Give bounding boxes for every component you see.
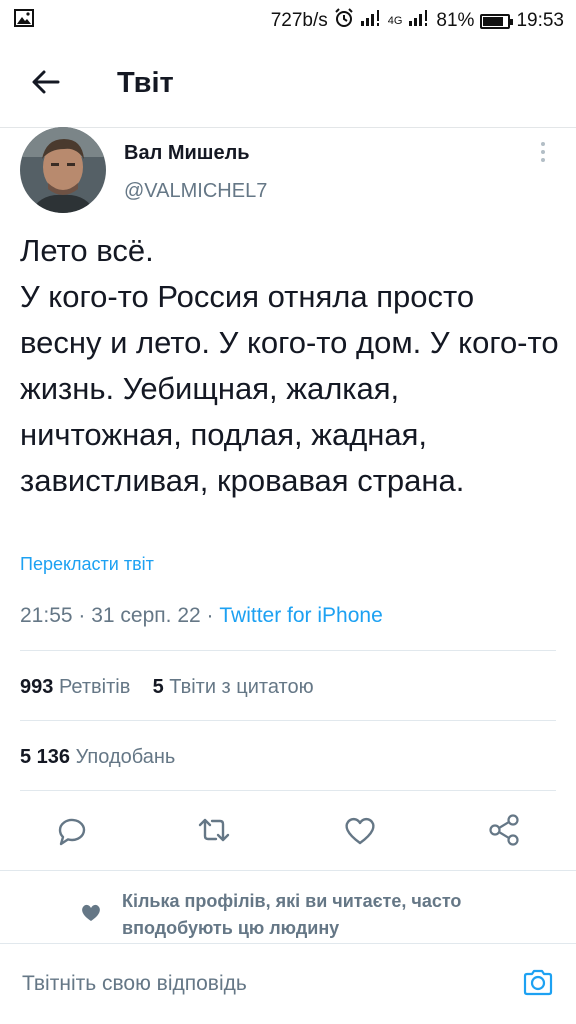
gallery-notification-icon — [14, 9, 34, 33]
author-name[interactable]: Вал Мишель — [124, 142, 250, 165]
battery-percent: 81% — [436, 10, 475, 31]
divider — [20, 720, 556, 721]
meta-separator: · — [78, 604, 92, 627]
meta-separator: · — [206, 604, 220, 627]
like-icon[interactable] — [340, 810, 380, 850]
retweets-label: Ретвітів — [58, 676, 131, 698]
author-handle[interactable]: @VALMICHEL7 — [124, 180, 267, 203]
battery-fill — [483, 16, 503, 26]
page-title: Твіт — [117, 67, 174, 99]
divider — [20, 650, 556, 651]
heart-icon — [80, 901, 102, 923]
more-options-icon[interactable] — [536, 142, 550, 168]
retweet-icon[interactable] — [194, 810, 234, 850]
retweets-stat[interactable]: 993 Ретвітів — [20, 676, 130, 698]
translate-tweet-link[interactable]: Перекласти твіт — [20, 554, 154, 575]
network-speed: 727b/s — [270, 10, 328, 31]
quotes-count: 5 — [152, 676, 164, 698]
signal-icon — [360, 10, 382, 32]
signal-4g-icon — [408, 10, 430, 32]
network-type: 4G — [387, 15, 403, 27]
tweet-date: 31 серп. 22 — [91, 604, 201, 627]
reply-input[interactable]: Твітніть свою відповідь — [22, 972, 247, 996]
social-context-text: Кілька профілів, які ви читаєте, часто в… — [122, 891, 462, 938]
battery-icon — [480, 13, 514, 29]
avatar[interactable] — [20, 127, 106, 213]
likes-label: Уподобань — [75, 746, 176, 768]
likes-count: 5 136 — [20, 746, 71, 768]
likes-stat[interactable]: 5 136 Уподобань — [20, 746, 175, 769]
divider — [0, 943, 576, 944]
tweet-text: Лето всё. У кого-то Россия отняла просто… — [20, 233, 559, 498]
camera-icon[interactable] — [522, 966, 554, 998]
tweet-actions — [0, 810, 576, 852]
retweet-stats: 993 Ретвітів 5 Твіти з цитатою — [20, 676, 314, 699]
tweet-meta: 21:55 · 31 серп. 22 · Twitter for iPhone — [20, 604, 383, 628]
app-header: Твіт — [0, 54, 576, 114]
clock: 19:53 — [516, 10, 564, 31]
back-arrow-icon[interactable] — [28, 64, 64, 100]
status-indicators: 727b/s 4G 81% 19:53 — [271, 8, 564, 34]
retweets-count: 993 — [20, 676, 54, 698]
quotes-stat[interactable]: 5 Твіти з цитатою — [153, 676, 314, 698]
reply-icon[interactable] — [52, 810, 92, 850]
alarm-icon — [334, 8, 354, 34]
quotes-label: Твіти з цитатою — [169, 676, 314, 698]
status-bar: 727b/s 4G 81% 19:53 — [0, 0, 576, 40]
header-divider — [0, 127, 576, 128]
share-icon[interactable] — [484, 810, 524, 850]
divider — [0, 870, 576, 871]
tweet-time: 21:55 — [20, 604, 73, 627]
divider — [20, 790, 556, 791]
tweet-source-link[interactable]: Twitter for iPhone — [219, 604, 382, 627]
